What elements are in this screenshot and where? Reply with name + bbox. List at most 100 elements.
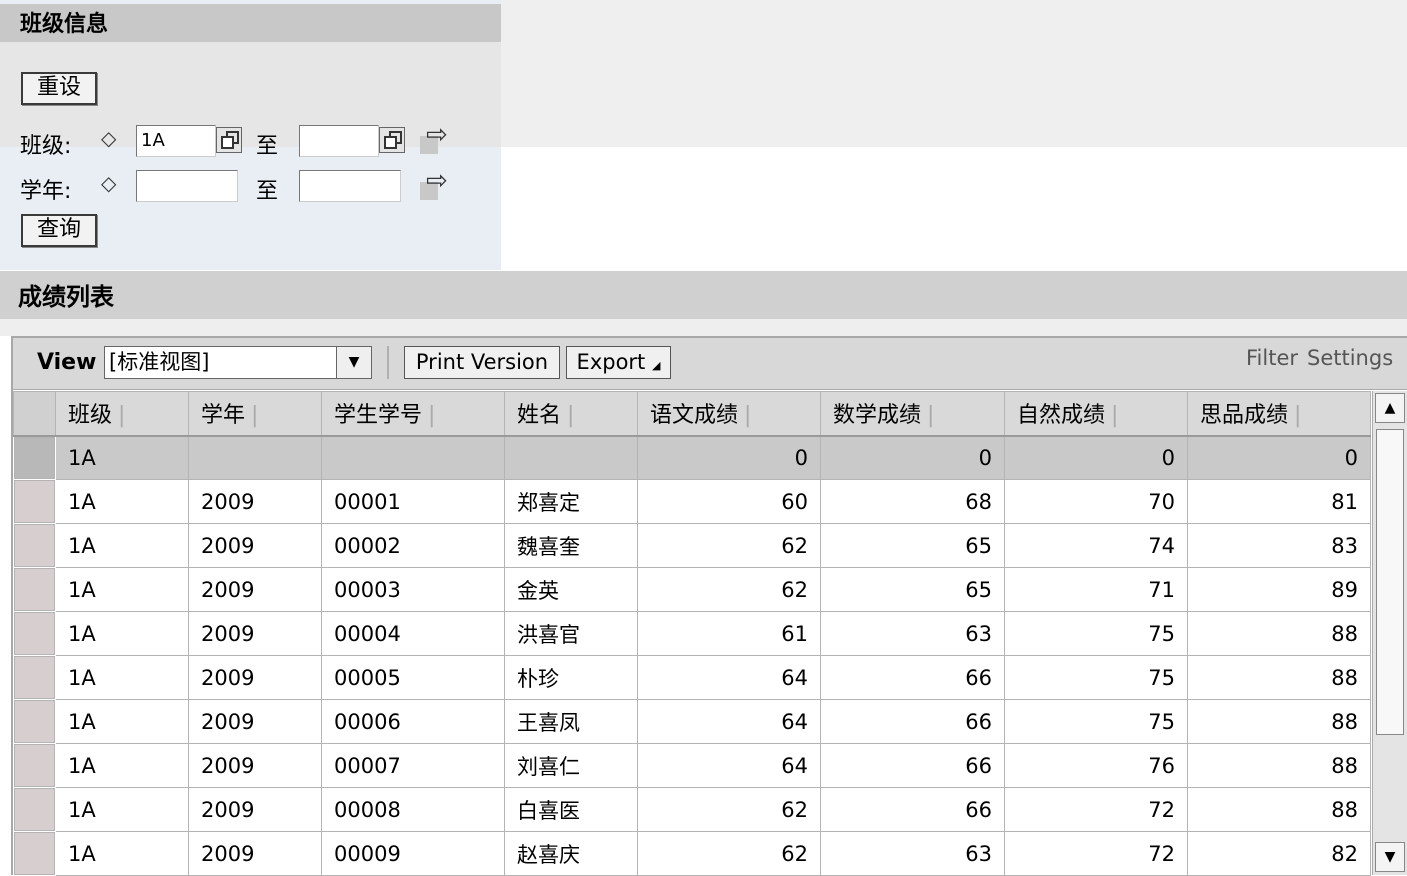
row-selector[interactable]: [13, 699, 56, 744]
column-header[interactable]: 班级 |: [55, 391, 189, 437]
filter-link[interactable]: Filter: [1246, 346, 1298, 370]
query-button[interactable]: 查询: [21, 214, 97, 247]
export-label: Export: [576, 350, 646, 374]
table-cell: 1A: [55, 567, 189, 612]
column-header[interactable]: 学生学号 |: [321, 391, 505, 437]
table-cell: 刘喜仁: [504, 743, 638, 788]
row-selector[interactable]: [13, 655, 56, 700]
table-cell: 00004: [321, 611, 505, 656]
scroll-thumb[interactable]: [1376, 429, 1404, 735]
year-select-option-icon[interactable]: ◇: [101, 171, 116, 195]
scroll-down-icon[interactable]: ▼: [1375, 842, 1405, 872]
table-cell: 00005: [321, 655, 505, 700]
select-all-cell[interactable]: [13, 391, 56, 437]
table-cell: 76: [1004, 743, 1188, 788]
chevron-down-icon[interactable]: ▼: [336, 347, 371, 378]
table-cell: 1A: [55, 699, 189, 744]
column-header[interactable]: 自然成绩 |: [1004, 391, 1188, 437]
grades-title: 成绩列表: [18, 283, 114, 311]
class-info-title: 班级信息: [20, 12, 109, 37]
table-cell: 62: [637, 567, 821, 612]
scroll-up-icon[interactable]: ▲: [1375, 393, 1405, 423]
class-to-label: 至: [256, 134, 279, 159]
table-cell: 1A: [55, 523, 189, 568]
grades-header: [0, 271, 1407, 319]
class-to-input[interactable]: [299, 125, 379, 157]
view-select-value: [标准视图]: [109, 350, 210, 374]
row-selector[interactable]: [13, 611, 56, 656]
row-selector[interactable]: [13, 523, 56, 568]
table-row: 1A 2009 00005 朴珍 64 66 75 88: [13, 655, 1371, 700]
table-cell: 0: [637, 435, 821, 480]
table-cell: 88: [1187, 699, 1371, 744]
table-cell: 62: [637, 523, 821, 568]
export-button[interactable]: Export ◢: [566, 346, 671, 379]
table-cell: 63: [820, 831, 1005, 876]
toolbar-separator: [387, 346, 389, 379]
row-selector[interactable]: [13, 479, 56, 524]
table-cell: 2009: [188, 655, 322, 700]
grades-gap: [0, 319, 1407, 336]
table-cell: 00003: [321, 567, 505, 612]
table-row: 1A 2009 00003 金英 62 65 71 89: [13, 567, 1371, 612]
column-header[interactable]: 数学成绩 |: [820, 391, 1005, 437]
table-row: 1A 2009 00006 王喜凤 64 66 75 88: [13, 699, 1371, 744]
summary-row: 1A 0 0 0 0: [13, 435, 1371, 480]
table-row: 1A 2009 00009 赵喜庆 62 63 72 82: [13, 831, 1371, 876]
table-cell: 75: [1004, 699, 1188, 744]
table-cell: 75: [1004, 611, 1188, 656]
class-select-option-icon[interactable]: ◇: [101, 126, 116, 150]
row-selector[interactable]: [13, 435, 56, 480]
table-cell: 64: [637, 655, 821, 700]
row-selector[interactable]: [13, 567, 56, 612]
year-label: 学年:: [20, 179, 72, 204]
class-multiple-selection-arrow-icon[interactable]: ⇨: [426, 122, 448, 148]
class-to-valuehelp-icon[interactable]: [379, 127, 405, 153]
table-cell: 1A: [55, 831, 189, 876]
table-cell: 洪喜官: [504, 611, 638, 656]
table-cell: 2009: [188, 831, 322, 876]
table-cell: 61: [637, 611, 821, 656]
year-to-input[interactable]: [299, 170, 401, 202]
table-cell: 64: [637, 699, 821, 744]
table-cell: 88: [1187, 743, 1371, 788]
table-cell: 2009: [188, 743, 322, 788]
column-header[interactable]: 思品成绩 |: [1187, 391, 1371, 437]
table-cell: 2009: [188, 523, 322, 568]
table-cell: 00001: [321, 479, 505, 524]
column-header[interactable]: 语文成绩 |: [637, 391, 821, 437]
row-selector[interactable]: [13, 743, 56, 788]
column-header[interactable]: 学年 |: [188, 391, 322, 437]
reset-button[interactable]: 重设: [21, 72, 97, 105]
print-version-button[interactable]: Print Version: [404, 346, 560, 379]
table-cell: 0: [820, 435, 1005, 480]
table-cell: 1A: [55, 655, 189, 700]
table-row: 1A 2009 00007 刘喜仁 64 66 76 88: [13, 743, 1371, 788]
settings-link[interactable]: Settings: [1307, 346, 1393, 370]
table-cell: 65: [820, 523, 1005, 568]
table-cell: 72: [1004, 831, 1188, 876]
table-cell: 2009: [188, 787, 322, 832]
grades-table: 班级 | 学年 | 学生学号 | 姓名 | 语文成绩 | 数学成绩 | 自然成绩 | 思品成绩…: [13, 391, 1371, 876]
table-cell: 72: [1004, 787, 1188, 832]
class-from-valuehelp-icon[interactable]: [216, 127, 242, 153]
view-select[interactable]: [标准视图] ▼: [104, 346, 372, 379]
table-cell: 00007: [321, 743, 505, 788]
table-row: 1A 2009 00008 白喜医 62 66 72 88: [13, 787, 1371, 832]
table-cell: 88: [1187, 787, 1371, 832]
table-cell: 66: [820, 787, 1005, 832]
table-cell: 0: [1004, 435, 1188, 480]
year-multiple-selection-arrow-icon[interactable]: ⇨: [426, 168, 448, 194]
row-selector[interactable]: [13, 831, 56, 876]
vertical-scrollbar[interactable]: ▲ ▼: [1372, 391, 1407, 875]
row-selector[interactable]: [13, 787, 56, 832]
table-cell: 83: [1187, 523, 1371, 568]
year-from-input[interactable]: [136, 170, 238, 202]
table-cell: 2009: [188, 699, 322, 744]
table-cell: 62: [637, 831, 821, 876]
table-cell: 白喜医: [504, 787, 638, 832]
table-cell: 王喜凤: [504, 699, 638, 744]
table-cell: 66: [820, 743, 1005, 788]
column-header[interactable]: 姓名 |: [504, 391, 638, 437]
class-from-input[interactable]: 1A: [136, 125, 216, 157]
